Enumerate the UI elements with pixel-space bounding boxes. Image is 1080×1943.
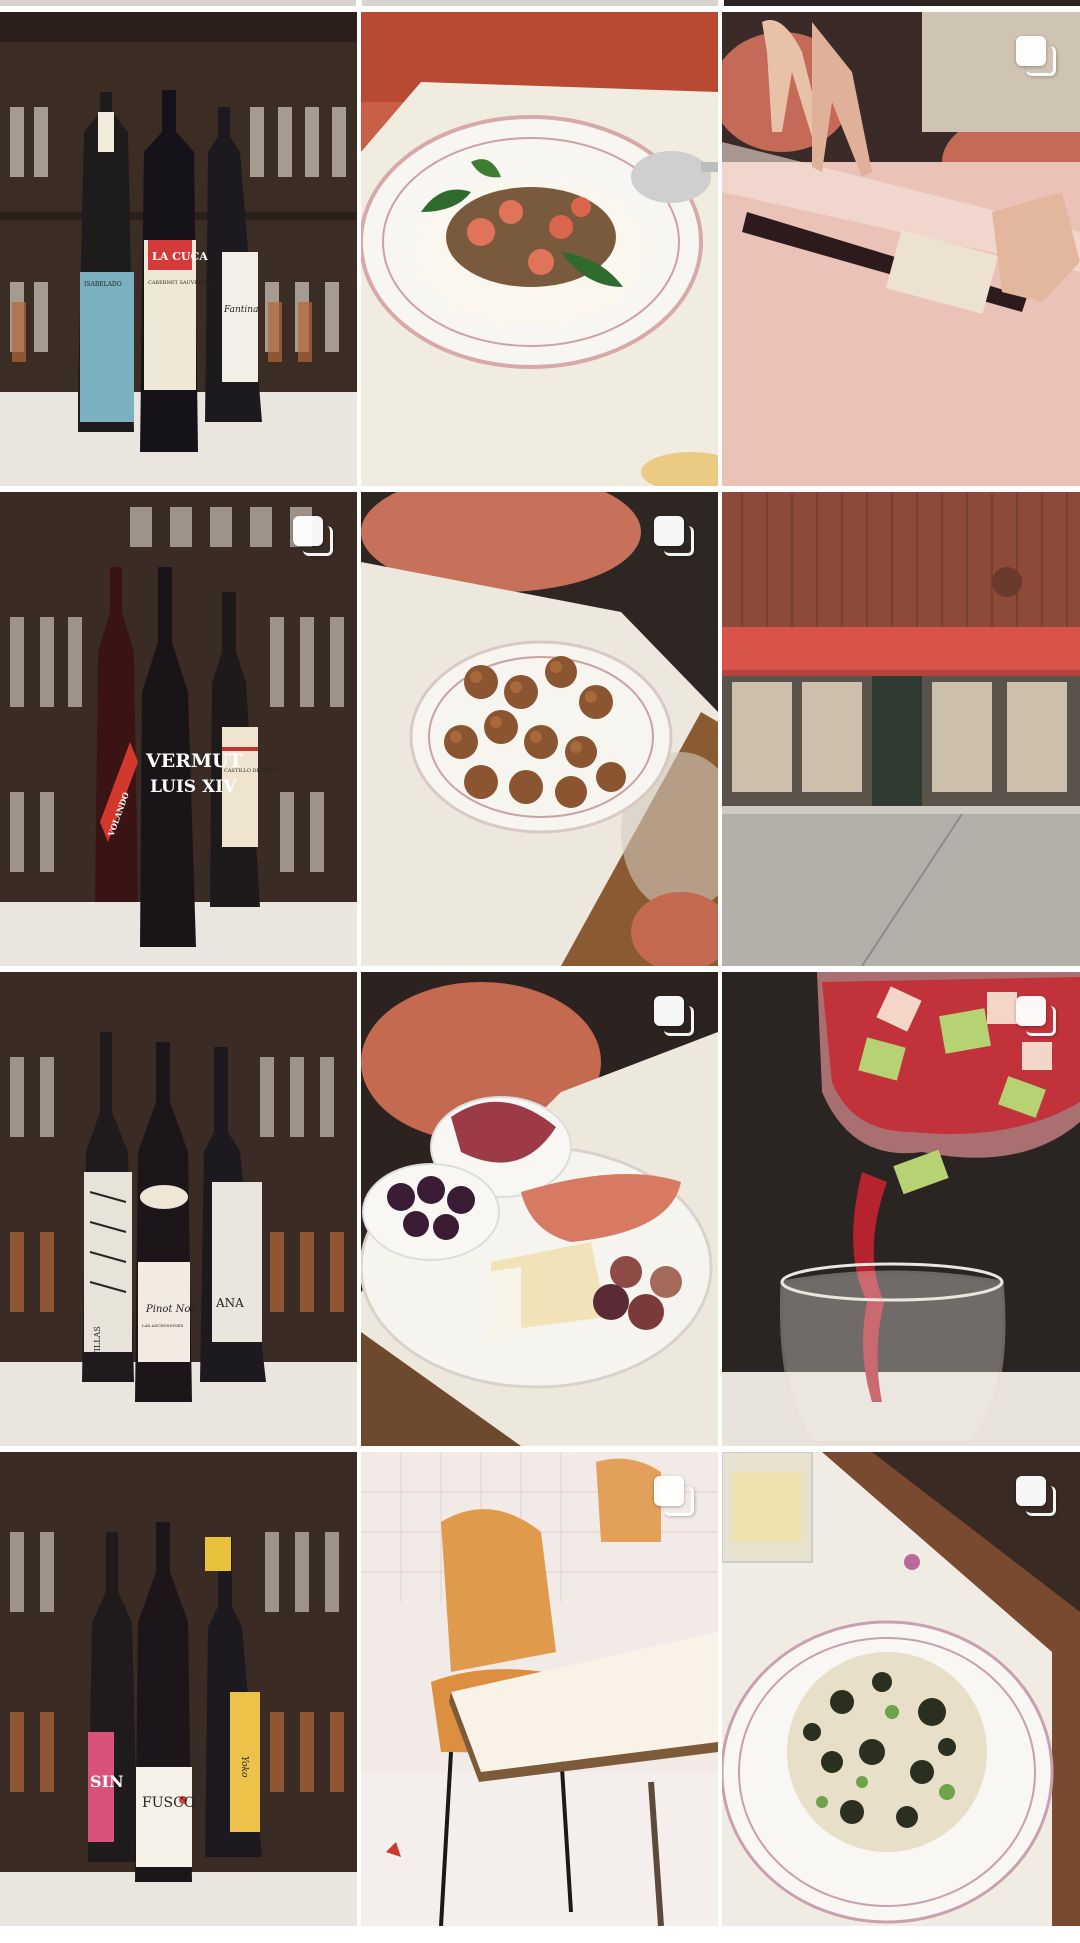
- post-croquettes-plate[interactable]: [361, 492, 718, 966]
- post-dining-chair-table[interactable]: [361, 1452, 718, 1926]
- wine-label: ISABELADO: [84, 281, 122, 288]
- prev-tile-edge: [724, 0, 1080, 6]
- multiple-images-icon-front: [1016, 996, 1046, 1026]
- post-vermut-bottles-image: VERMUT LUIS XIV VOLANDO CASTILLO DE REYE…: [0, 492, 357, 966]
- multiple-images-icon-front: [654, 516, 684, 546]
- multiple-images-icon-front: [293, 516, 323, 546]
- post-dining-chair-table-image: [361, 1452, 718, 1926]
- multiple-images-icon: [1016, 36, 1056, 76]
- post-wine-pour-hands-image: [722, 12, 1080, 486]
- post-fusco-bottles[interactable]: FUSCO SIN Yoko: [0, 1452, 357, 1926]
- prev-tile-edge: [0, 0, 356, 6]
- multiple-images-icon-front: [1016, 1476, 1046, 1506]
- wine-label: LA CUCA: [152, 250, 208, 263]
- post-fusco-bottles-image: FUSCO SIN Yoko: [0, 1452, 357, 1926]
- post-grid: LA CUCA CABERNET SAUVIGNON ISABELADO Fan…: [0, 12, 1080, 1926]
- post-pinot-noir-bottles-image: Pinot Noir LAS ASCENSIONES VILLAS ANA: [0, 972, 357, 1446]
- wine-label: Pinot Noir: [145, 1304, 200, 1315]
- post-restaurant-facade[interactable]: [722, 492, 1080, 966]
- wine-label: Fantina: [223, 305, 258, 315]
- wine-label: SIN: [90, 1772, 124, 1791]
- multiple-images-icon: [654, 516, 694, 556]
- multiple-images-icon: [293, 516, 333, 556]
- post-pasta-bowl[interactable]: [722, 1452, 1080, 1926]
- post-wine-bottles-trio-image: LA CUCA CABERNET SAUVIGNON ISABELADO Fan…: [0, 12, 357, 486]
- post-vermut-bottles[interactable]: VERMUT LUIS XIV VOLANDO CASTILLO DE REYE…: [0, 492, 357, 966]
- multiple-images-icon: [654, 996, 694, 1036]
- multiple-images-icon-front: [654, 996, 684, 1026]
- wine-label: LUIS XIV: [150, 777, 237, 797]
- post-charcuterie-board[interactable]: [361, 972, 718, 1446]
- multiple-images-icon-front: [654, 1476, 684, 1506]
- multiple-images-icon-front: [1016, 36, 1046, 66]
- post-croquettes-plate-image: [361, 492, 718, 966]
- previous-row-edge: [0, 0, 1080, 12]
- wine-label: CABERNET SAUVIGNON: [148, 280, 214, 286]
- wine-label: Yoko: [239, 1756, 249, 1778]
- post-pasta-bowl-image: [722, 1452, 1080, 1926]
- post-burrata-dish[interactable]: [361, 12, 718, 486]
- post-wine-bottles-trio[interactable]: LA CUCA CABERNET SAUVIGNON ISABELADO Fan…: [0, 12, 357, 486]
- prev-tile-edge: [362, 0, 718, 6]
- post-wine-pour-hands[interactable]: [722, 12, 1080, 486]
- post-sangria-pour[interactable]: [722, 972, 1080, 1446]
- wine-label: FUSCO: [142, 1795, 195, 1811]
- post-pinot-noir-bottles[interactable]: Pinot Noir LAS ASCENSIONES VILLAS ANA: [0, 972, 357, 1446]
- wine-label: VILLAS: [93, 1326, 102, 1358]
- post-burrata-dish-image: [361, 12, 718, 486]
- multiple-images-icon: [1016, 996, 1056, 1036]
- instagram-profile-grid: LA CUCA CABERNET SAUVIGNON ISABELADO Fan…: [0, 0, 1080, 1943]
- wine-label: LAS ASCENSIONES: [142, 1323, 184, 1328]
- multiple-images-icon: [1016, 1476, 1056, 1516]
- wine-label: ANA: [215, 1296, 244, 1310]
- post-charcuterie-board-image: [361, 972, 718, 1446]
- post-sangria-pour-image: [722, 972, 1080, 1446]
- multiple-images-icon: [654, 1476, 694, 1516]
- post-restaurant-facade-image: [722, 492, 1080, 966]
- wine-label: CASTILLO DE REYES: [224, 768, 280, 774]
